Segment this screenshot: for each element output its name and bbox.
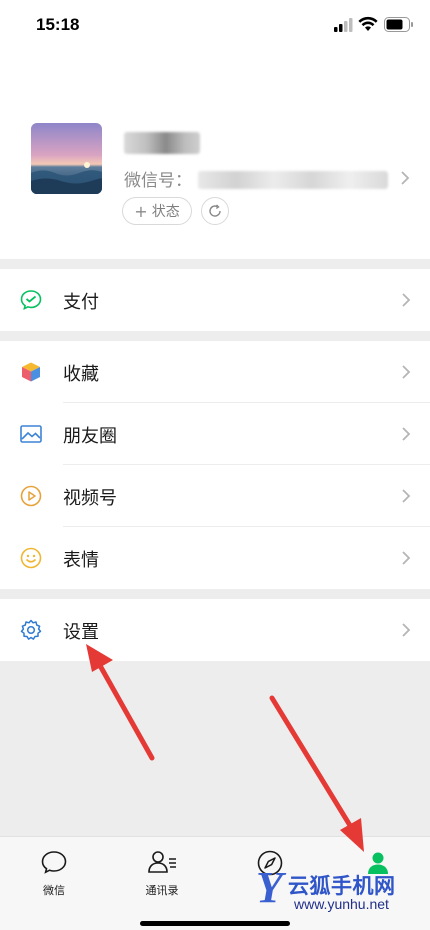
menu-label-favorites: 收藏 (63, 364, 99, 385)
pay-icon (20, 290, 42, 311)
menu-label-stickers: 表情 (63, 550, 99, 571)
cube-favorites-icon (22, 362, 40, 382)
chevron-right-icon (402, 293, 411, 307)
menu-label-pay: 支付 (63, 292, 99, 313)
menu-item-favorites[interactable]: 收藏 (0, 341, 430, 403)
moments-picture-icon (20, 425, 42, 443)
smiley-sticker-icon (20, 547, 42, 569)
chevron-right-icon[interactable] (400, 170, 410, 186)
menu-item-channels[interactable]: 视频号 (0, 465, 430, 527)
menu-label-channels: 视频号 (63, 488, 117, 509)
refresh-button[interactable] (201, 197, 229, 225)
battery-icon (384, 17, 413, 32)
watermark-logo-letter: Y (256, 863, 283, 912)
menu-item-settings[interactable]: 设置 (0, 599, 430, 661)
avatar[interactable] (31, 123, 102, 194)
features-section: 收藏 朋友圈 视频号 表情 (0, 341, 430, 589)
channels-play-icon (20, 485, 42, 507)
chevron-right-icon (402, 489, 411, 503)
menu-item-stickers[interactable]: 表情 (0, 527, 430, 589)
tab-chats[interactable]: 微信 (14, 849, 94, 898)
tab-contacts[interactable]: 通讯录 (122, 849, 202, 898)
cellular-signal-icon (334, 18, 353, 32)
chevron-right-icon (402, 365, 411, 379)
menu-item-pay[interactable]: 支付 (0, 269, 430, 331)
arrow-to-me-tab (269, 695, 364, 852)
refresh-icon (209, 204, 221, 217)
yunhu-watermark: Y 云狐手机网 www.yunhu.net (254, 863, 424, 916)
wechat-id-row: 微信号： (124, 166, 192, 191)
profile-card[interactable]: 微信号： + 状态 (0, 52, 430, 259)
plus-icon: + (134, 201, 148, 221)
status-bar: 15:18 (0, 0, 430, 52)
add-status-button[interactable]: + 状态 (122, 197, 192, 225)
avatar-sunset-image (31, 123, 102, 194)
wechat-id-redacted (198, 171, 388, 189)
gear-icon (20, 619, 42, 640)
chat-bubble-icon (41, 851, 67, 874)
tab-label-chats: 微信 (43, 884, 65, 897)
status-label: 状态 (151, 204, 180, 220)
wifi-icon (358, 16, 378, 31)
contacts-icon (148, 851, 176, 873)
nickname-redacted (124, 132, 200, 154)
tab-label-contacts: 通讯录 (145, 884, 179, 897)
chevron-right-icon (402, 427, 411, 441)
arrow-to-settings (86, 644, 155, 761)
wechat-id-label: 微信号： (124, 171, 192, 191)
chevron-right-icon (402, 623, 411, 637)
chevron-right-icon (402, 551, 411, 565)
menu-label-moments: 朋友圈 (63, 426, 117, 447)
menu-label-settings: 设置 (63, 622, 99, 643)
menu-item-moments[interactable]: 朋友圈 (0, 403, 430, 465)
home-indicator (140, 921, 290, 926)
settings-section: 设置 (0, 599, 430, 661)
watermark-url: www.yunhu.net (294, 896, 389, 912)
pay-section: 支付 (0, 269, 430, 331)
status-time: 15:18 (36, 15, 80, 34)
